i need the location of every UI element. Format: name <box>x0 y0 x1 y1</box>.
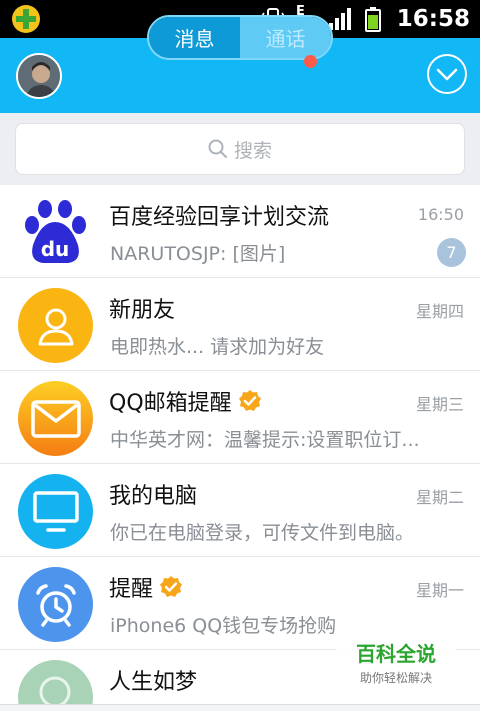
chevron-down-icon <box>436 68 458 81</box>
conversation-name: 我的电脑 <box>109 484 198 509</box>
more-menu-button[interactable] <box>427 54 467 94</box>
tab-messages[interactable]: 消息 <box>149 17 240 58</box>
conversation-preview: 中华英才网：温馨提示:设置职位订... <box>110 429 420 451</box>
conversation-item[interactable]: 我的电脑 星期二 你已在电脑登录，可传文件到电脑。 <box>0 464 480 557</box>
tab-calls[interactable]: 通话 <box>240 17 331 58</box>
contact-icon <box>18 288 93 363</box>
conversation-name: QQ邮箱提醒 <box>109 385 262 417</box>
search-input[interactable]: 搜索 <box>15 123 465 175</box>
avatar[interactable] <box>16 53 62 99</box>
alarm-clock-icon <box>18 567 93 642</box>
conversation-time: 星期四 <box>415 302 464 321</box>
conversation-name: 提醒 <box>109 571 183 603</box>
monitor-icon <box>18 474 93 549</box>
watermark-title: 百科全说 <box>356 642 436 666</box>
conversation-preview: 电即热水... 请求加为好友 <box>110 336 325 358</box>
verified-badge-icon <box>160 576 183 597</box>
conversation-time: 星期三 <box>415 395 464 414</box>
conversation-name: 人生如梦 <box>109 670 198 695</box>
mail-icon <box>18 381 93 456</box>
conversation-preview: 你已在电脑登录，可传文件到电脑。 <box>110 522 415 544</box>
search-placeholder: 搜索 <box>233 139 272 162</box>
svg-text:du: du <box>41 237 70 261</box>
conversation-item[interactable]: QQ邮箱提醒 星期三 中华英才网：温馨提示:设置职位订... <box>0 371 480 464</box>
verified-badge-icon <box>238 390 261 411</box>
bottom-edge <box>0 704 480 711</box>
conversation-name: 百度经验回享计划交流 <box>109 205 330 230</box>
message-call-switch: 消息 通话 <box>147 15 333 60</box>
conversation-time: 星期二 <box>415 488 464 507</box>
calls-notification-dot <box>304 55 317 68</box>
signal-icon <box>329 8 351 30</box>
search-area: 搜索 <box>0 113 480 185</box>
baidu-logo-icon: du <box>18 195 93 270</box>
battery-icon <box>365 7 381 32</box>
search-icon <box>208 139 227 158</box>
conversation-item[interactable]: 新朋友 星期四 电即热水... 请求加为好友 <box>0 278 480 371</box>
conversation-time: 16:50 <box>417 205 464 224</box>
unread-badge: 7 <box>437 238 466 267</box>
conversation-preview: NARUTOSJP: [图片] <box>110 243 286 265</box>
watermark-subtitle: 助你轻松解决 <box>359 671 432 685</box>
app-plus-icon <box>12 5 40 33</box>
clock: 16:58 <box>396 6 470 32</box>
watermark-logo: 百科全说 助你轻松解决 <box>336 632 456 688</box>
conversation-name: 新朋友 <box>109 298 176 323</box>
conversation-item[interactable]: du 百度经验回享计划交流 16:50 NARUTOSJP: [图片] 7 <box>0 185 480 278</box>
conversation-time: 星期一 <box>415 581 464 600</box>
